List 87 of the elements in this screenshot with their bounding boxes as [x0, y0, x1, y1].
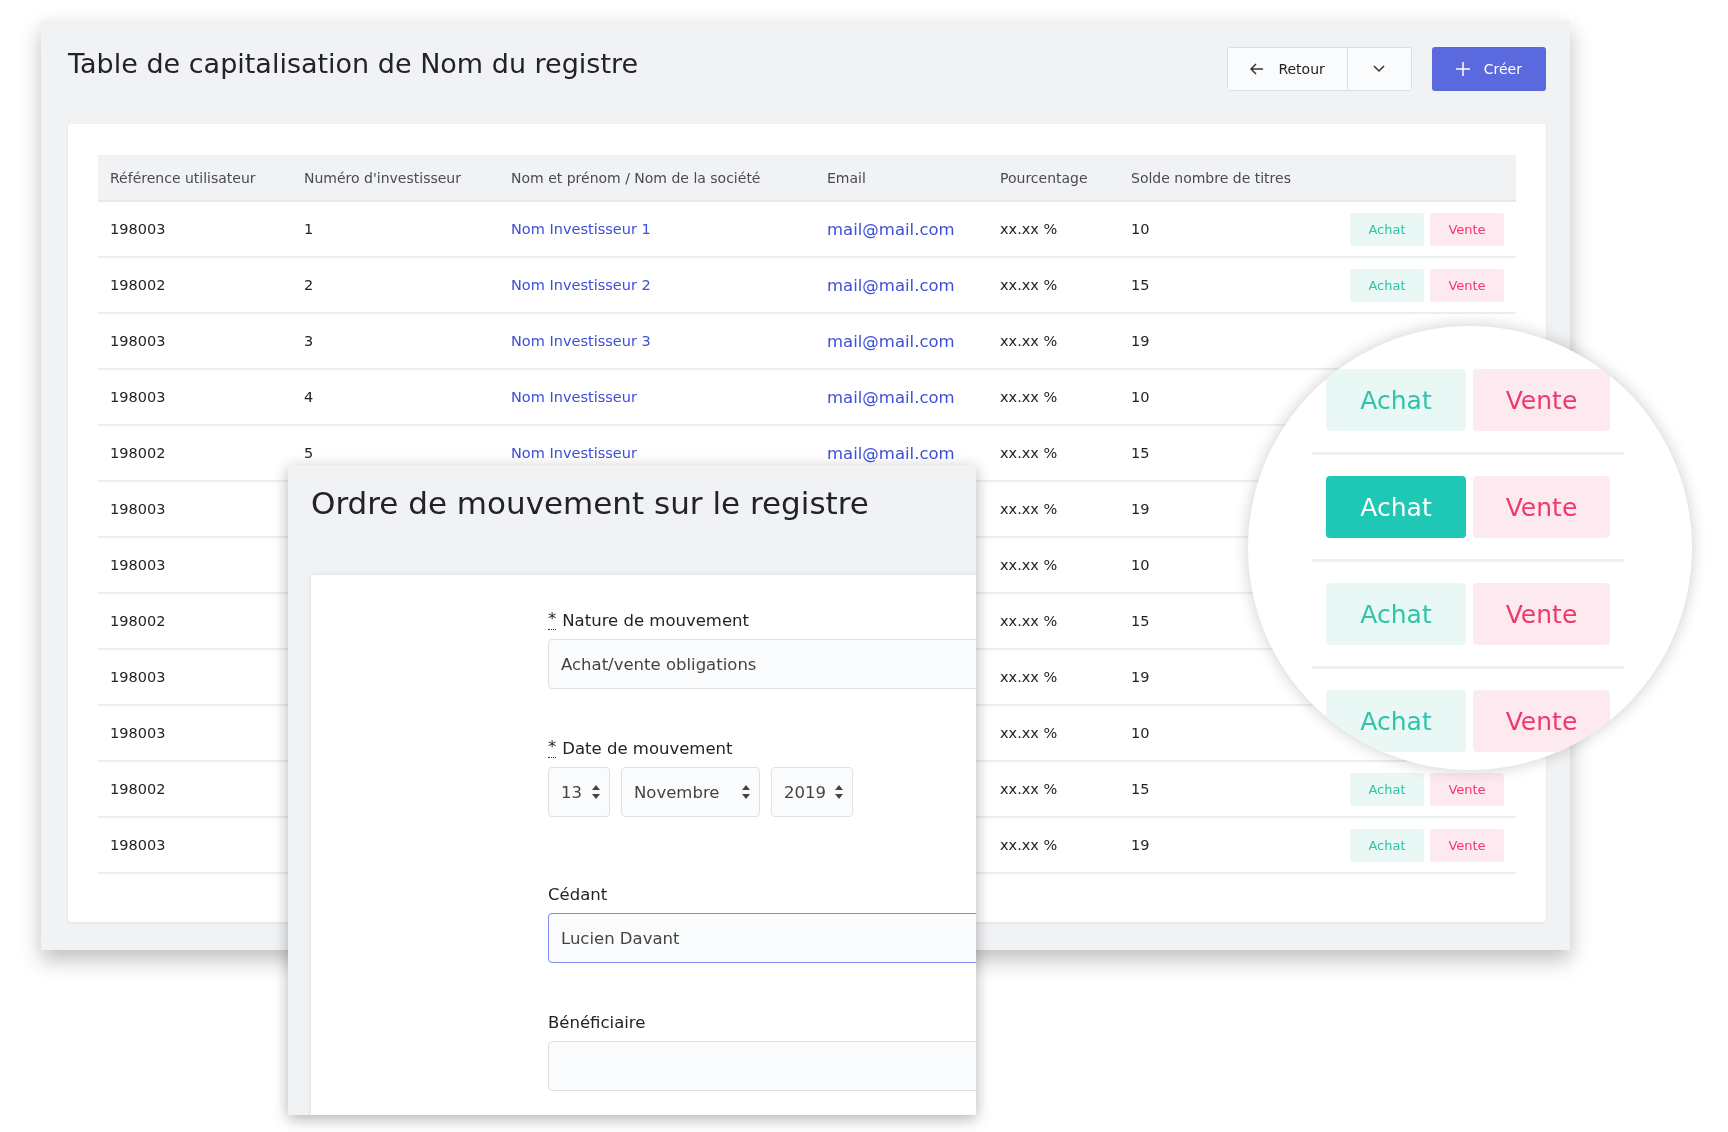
- sort-arrows-icon: [592, 784, 600, 800]
- table-cell: 19: [1131, 333, 1150, 349]
- table-cell: xx.xx %: [1000, 445, 1058, 461]
- select-field[interactable]: Novembre: [621, 767, 760, 817]
- plus-icon: [1455, 62, 1470, 76]
- sell-button[interactable]: Vente: [1430, 268, 1504, 302]
- table-cell: 19: [1131, 501, 1150, 517]
- table-cell: 198003: [110, 669, 166, 685]
- back-button[interactable]: Retour: [1228, 48, 1348, 90]
- sell-button[interactable]: Vente: [1473, 369, 1610, 431]
- input-field[interactable]: Lucien Davant: [548, 913, 976, 963]
- table-cell: 198003: [110, 389, 166, 405]
- column-header: Email: [826, 169, 867, 186]
- sell-button[interactable]: Vente: [1473, 690, 1610, 752]
- table-cell: 198003: [110, 333, 166, 349]
- required-mark: *: [548, 611, 557, 630]
- column-header: Référence utilisateur: [109, 169, 257, 186]
- table-cell: 198003: [110, 725, 166, 741]
- column-header: Pourcentage: [999, 169, 1089, 186]
- modal-title: Ordre de mouvement sur le registre: [311, 485, 870, 523]
- email-link[interactable]: mail@mail.com: [827, 331, 955, 351]
- email-link[interactable]: mail@mail.com: [827, 219, 955, 239]
- create-button[interactable]: Créer: [1431, 47, 1546, 91]
- table-cell: 198003: [110, 557, 166, 573]
- field-label: Date de mouvement: [562, 739, 733, 758]
- investor-name-link[interactable]: Nom Investisseur 3: [511, 333, 651, 349]
- table-cell: xx.xx %: [1000, 277, 1058, 293]
- select-field[interactable]: 2019: [771, 767, 853, 817]
- table-cell: 1: [304, 221, 314, 237]
- field-label: Cédant: [548, 885, 608, 904]
- field-label: Nature de mouvement: [562, 611, 749, 630]
- email-link[interactable]: mail@mail.com: [827, 275, 955, 295]
- investor-name-link[interactable]: Nom Investisseur 1: [511, 221, 651, 237]
- table-cell: 4: [304, 389, 314, 405]
- select-field[interactable]: 13: [548, 767, 610, 817]
- table-cell: xx.xx %: [1000, 781, 1058, 797]
- input-field[interactable]: [548, 1041, 976, 1091]
- sell-button[interactable]: Vente: [1473, 476, 1610, 538]
- table-cell: 19: [1131, 837, 1150, 853]
- column-header: Solde nombre de titres: [1130, 169, 1292, 186]
- sort-arrows-icon: [835, 784, 843, 800]
- table-cell: xx.xx %: [1000, 669, 1058, 685]
- table-cell: 15: [1131, 781, 1150, 797]
- sell-button[interactable]: Vente: [1430, 212, 1504, 246]
- table-cell: 10: [1131, 389, 1150, 405]
- table-cell: xx.xx %: [1000, 333, 1058, 349]
- email-link[interactable]: mail@mail.com: [827, 443, 955, 463]
- investor-name-link[interactable]: Nom Investisseur 2: [511, 277, 651, 293]
- arrow-left-icon: [1250, 63, 1265, 75]
- table-cell: 15: [1131, 445, 1150, 461]
- table-cell: xx.xx %: [1000, 837, 1058, 853]
- table-cell: 5: [304, 445, 314, 461]
- table-cell: 198003: [110, 501, 166, 517]
- column-header: Nom et prénom / Nom de la société: [510, 169, 762, 186]
- table-cell: 10: [1131, 725, 1150, 741]
- table-cell: 198002: [110, 613, 166, 629]
- table-cell: 10: [1131, 221, 1150, 237]
- required-mark: *: [548, 739, 557, 758]
- table-cell: xx.xx %: [1000, 725, 1058, 741]
- table-cell: xx.xx %: [1000, 221, 1058, 237]
- column-header: Numéro d'investisseur: [303, 169, 462, 186]
- investor-name-link[interactable]: Nom Investisseur: [511, 445, 637, 461]
- table-cell: 19: [1131, 669, 1150, 685]
- table-cell: 2: [304, 277, 314, 293]
- table-cell: 15: [1131, 613, 1150, 629]
- table-cell: 198002: [110, 277, 166, 293]
- sell-button[interactable]: Vente: [1430, 772, 1504, 806]
- table-cell: 15: [1131, 277, 1150, 293]
- input-field[interactable]: Achat/vente obligations: [548, 639, 976, 689]
- table-cell: 3: [304, 333, 314, 349]
- table-cell: 198002: [110, 445, 166, 461]
- table-cell: 198002: [110, 781, 166, 797]
- page-title: Table de capitalisation de Nom du registre: [68, 48, 639, 79]
- table-cell: 198003: [110, 837, 166, 853]
- chevron-down-icon: [1373, 65, 1386, 73]
- sell-button[interactable]: Vente: [1430, 828, 1504, 862]
- table-cell: xx.xx %: [1000, 613, 1058, 629]
- field-label: Bénéficiaire: [548, 1013, 646, 1032]
- table-cell: xx.xx %: [1000, 501, 1058, 517]
- sell-button[interactable]: Vente: [1473, 583, 1610, 645]
- table-cell: xx.xx %: [1000, 557, 1058, 573]
- table-cell: xx.xx %: [1000, 389, 1058, 405]
- email-link[interactable]: mail@mail.com: [827, 387, 955, 407]
- table-cell: 198003: [110, 221, 166, 237]
- table-cell: 10: [1131, 557, 1150, 573]
- investor-name-link[interactable]: Nom Investisseur: [511, 389, 637, 405]
- sort-arrows-icon: [742, 784, 750, 800]
